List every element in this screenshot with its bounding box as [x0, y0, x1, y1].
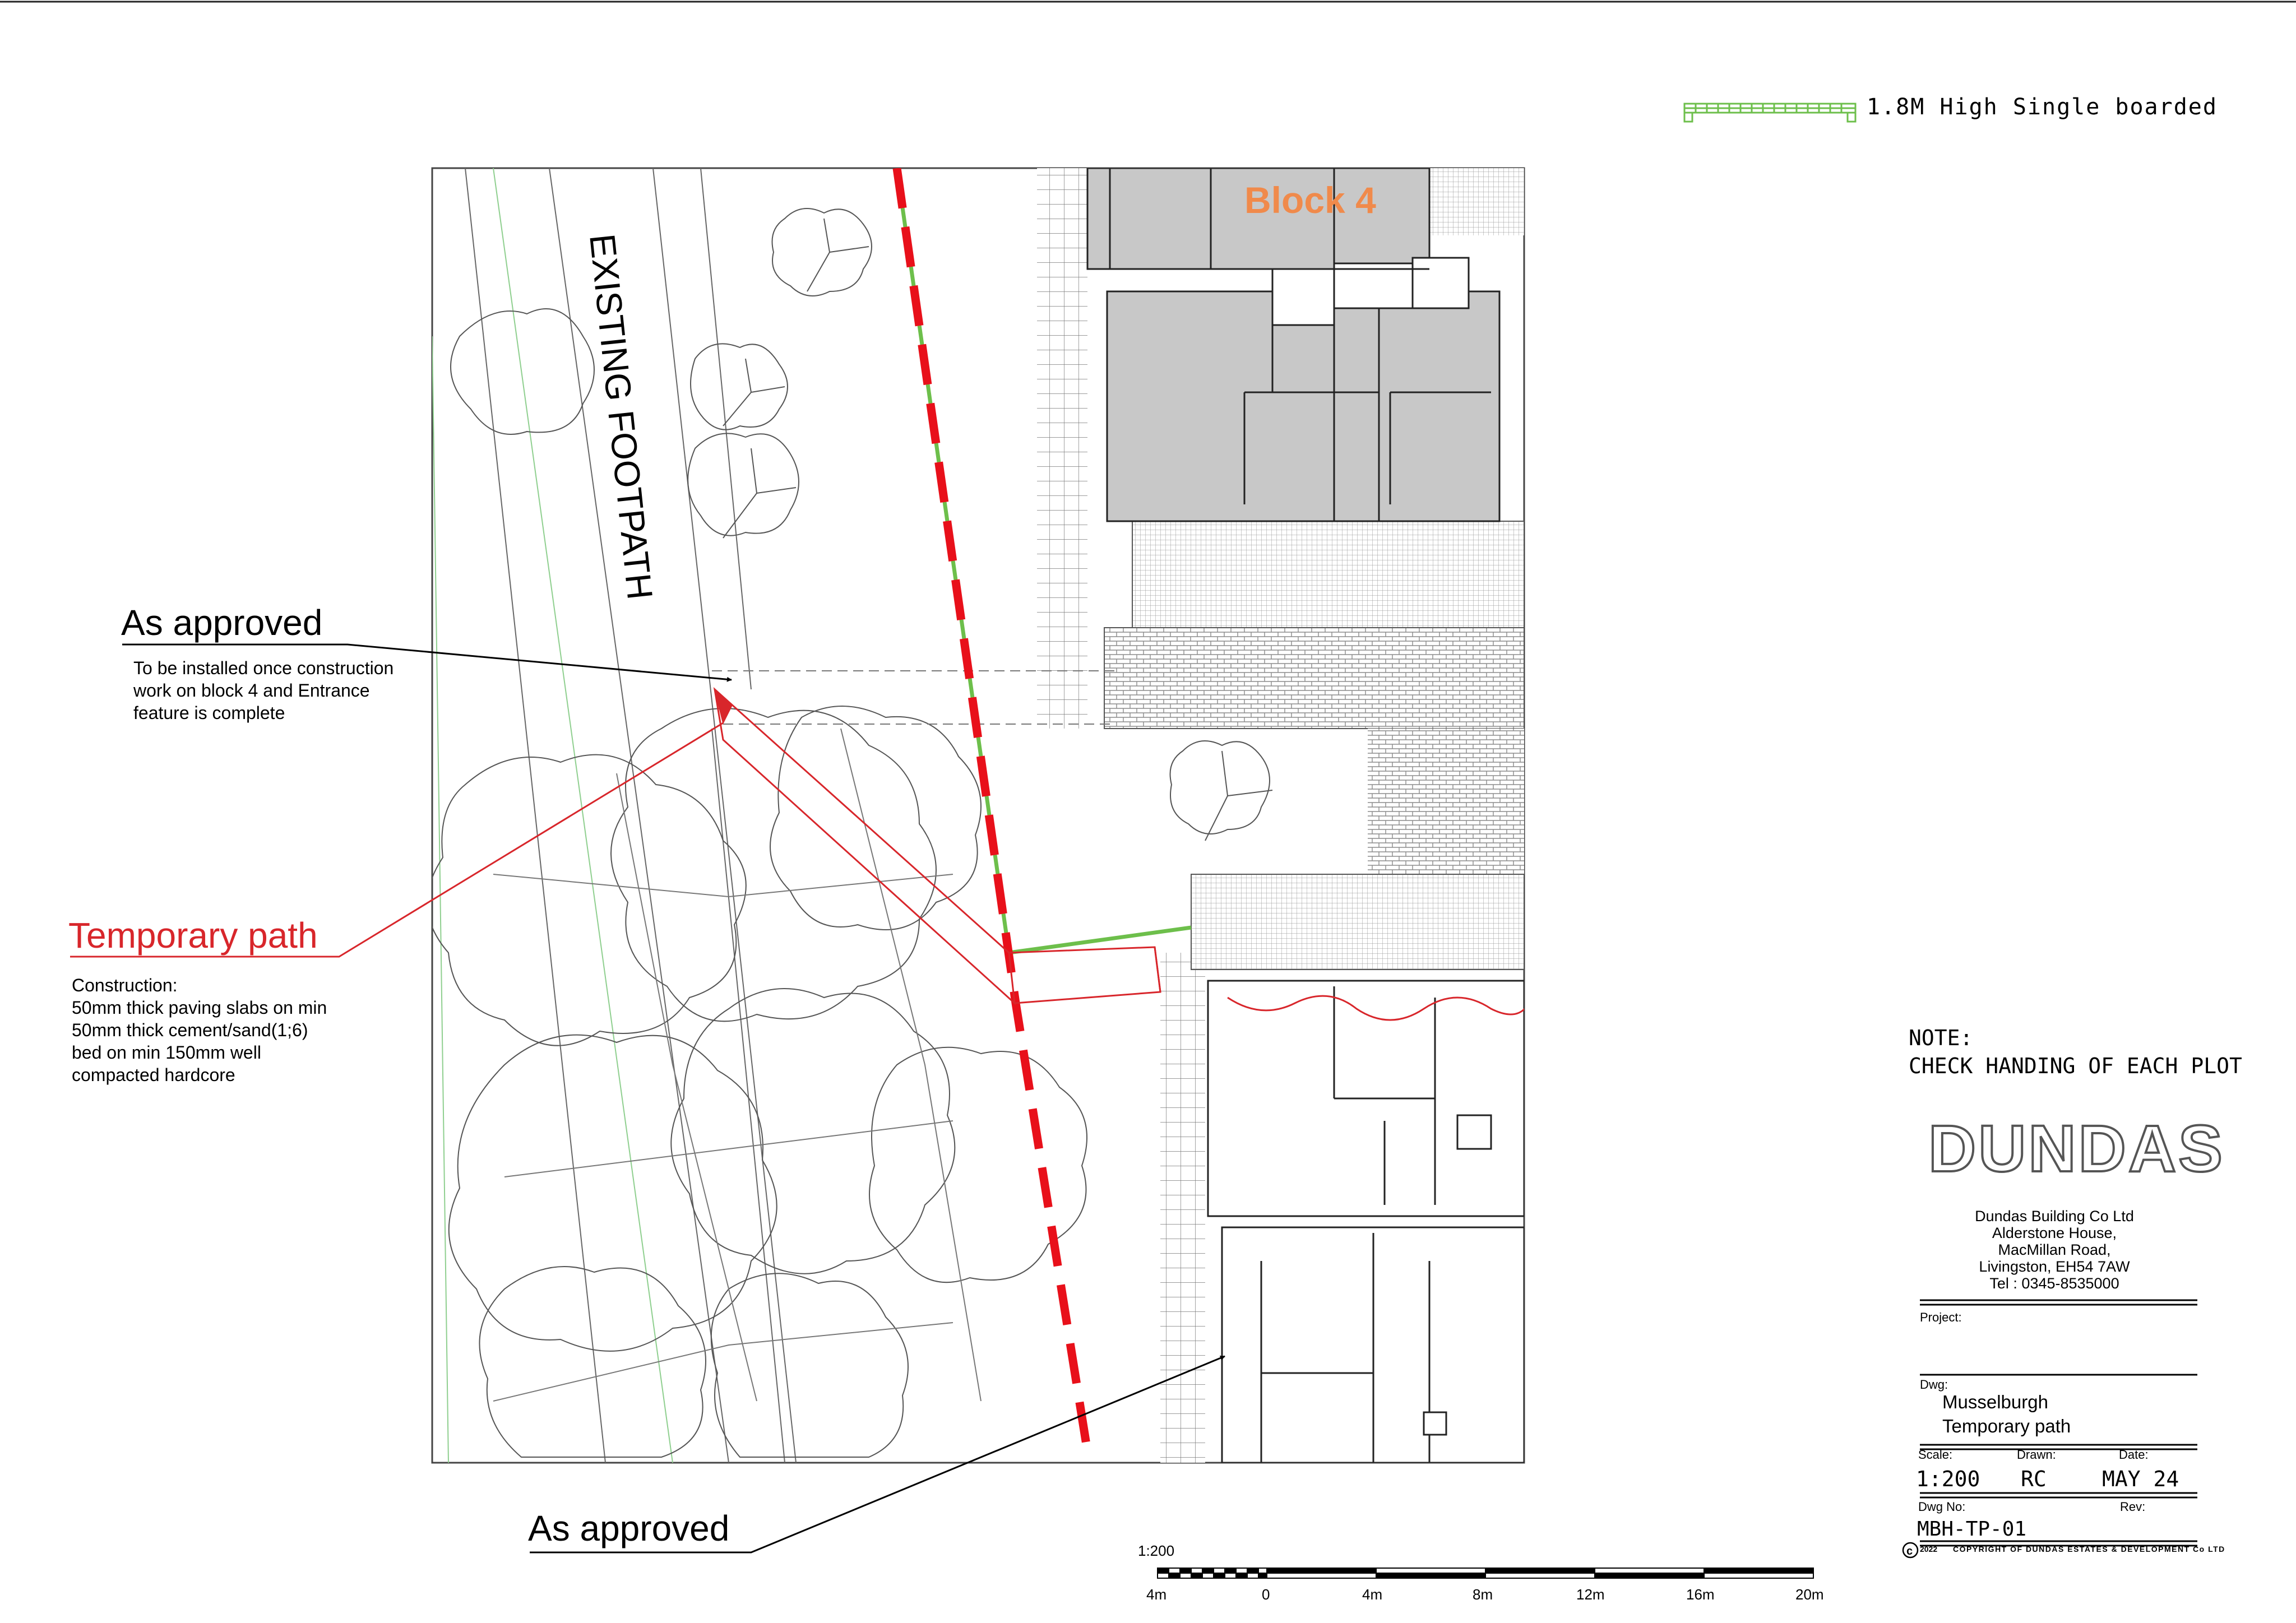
scale-tick-1: 0: [1262, 1586, 1270, 1603]
scale-bar: [1157, 1568, 1814, 1579]
paving-brick-band: [1104, 627, 1524, 729]
scale-tick-5: 16m: [1686, 1586, 1715, 1603]
temporary-path-note: Construction: 50mm thick paving slabs on…: [72, 975, 327, 1085]
scale-value: 1:200: [1916, 1467, 1980, 1491]
rev-label: Rev:: [2120, 1500, 2146, 1514]
dwg-title-2: Temporary path: [1942, 1416, 2071, 1436]
scale-ratio-label: 1:200: [1138, 1542, 1175, 1559]
paving-brick-right: [1368, 729, 1524, 880]
as-approved-top-note: To be installed once construction work o…: [133, 658, 394, 723]
scale-tick-2: 4m: [1362, 1586, 1383, 1603]
copyright-text: COPYRIGHT OF DUNDAS ESTATES & DEVELOPMEN…: [1953, 1545, 2225, 1554]
fine-hatch-top: [1132, 521, 1524, 628]
paving-grid-strip-top: [1037, 168, 1087, 729]
paving-grid-strip-bottom: [1160, 953, 1205, 1463]
scale-tick-4: 12m: [1576, 1586, 1605, 1603]
scale-tick-0: 4m: [1146, 1586, 1167, 1603]
legend-fence-label: 1.8M High Single boarded: [1867, 94, 2218, 120]
dwg-title-1: Musselburgh: [1942, 1392, 2048, 1412]
project-label: Project:: [1920, 1310, 1962, 1324]
note-title: NOTE:: [1909, 1026, 1973, 1050]
drawn-label: Drawn:: [2017, 1448, 2056, 1462]
drawn-value: RC: [2021, 1467, 2047, 1491]
copyright-icon-glyph: c: [1906, 1545, 1913, 1557]
as-approved-bottom-title: As approved: [528, 1508, 730, 1548]
temporary-path-title: Temporary path: [68, 915, 318, 956]
scale-tick-6: 20m: [1795, 1586, 1824, 1603]
drawing-sheet: c DUNDAS Block 4 EXISTING FOOTPATH: [0, 1, 2296, 1579]
date-label: Date:: [2119, 1448, 2149, 1462]
scale-tick-3: 8m: [1473, 1586, 1493, 1603]
note-text: CHECK HANDING OF EACH PLOT: [1909, 1054, 2242, 1078]
legend-fence-symbol: [1683, 103, 1857, 123]
dwg-label: Dwg:: [1920, 1378, 1948, 1392]
copyright-year: 2022: [1920, 1545, 1938, 1554]
as-approved-top-title: As approved: [121, 602, 323, 643]
dwgno-label: Dwg No:: [1918, 1500, 1966, 1514]
dundas-logo: DUNDAS: [1928, 1112, 2225, 1186]
company-address: Dundas Building Co Ltd Alderstone House,…: [1975, 1208, 2134, 1292]
dwgno-value: MBH-TP-01: [1917, 1518, 2027, 1541]
date-value: MAY 24: [2102, 1467, 2179, 1491]
fine-hatch-mid: [1191, 874, 1524, 970]
fine-hatch-topright: [1429, 168, 1524, 235]
block-4-label: Block 4: [1244, 179, 1376, 221]
scale-label: Scale:: [1918, 1448, 1953, 1462]
